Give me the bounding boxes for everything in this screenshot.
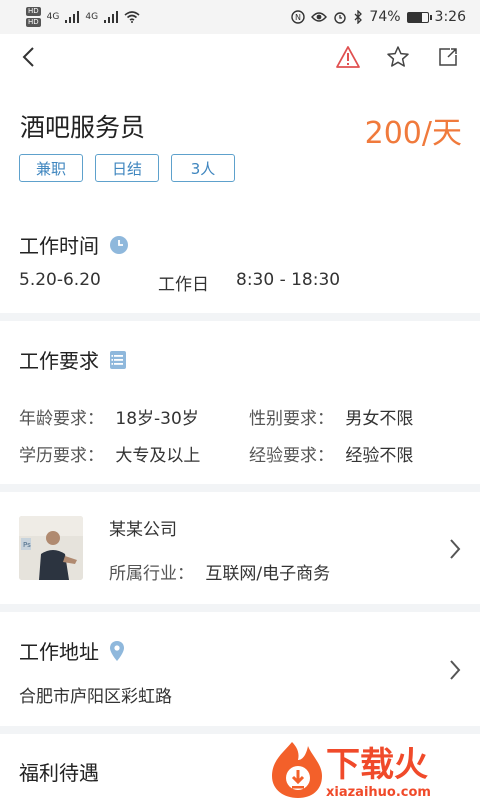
- nav-actions: [334, 43, 462, 71]
- requirements-title: 工作要求: [19, 349, 99, 373]
- share-icon: [439, 48, 457, 66]
- salary: 200/天: [364, 116, 462, 151]
- job-tags: 兼职 日结 3人: [19, 154, 235, 182]
- battery-fill: [407, 12, 423, 22]
- hd-badges: HD HD: [26, 7, 41, 27]
- tag-part-time: 兼职: [19, 154, 83, 182]
- status-left: HD HD 4G 4G: [26, 7, 140, 27]
- company-industry: 所属行业： 互联网/电子商务: [109, 559, 330, 584]
- gender-requirement: 性别要求： 男女不限: [249, 404, 413, 429]
- address-heading: 工作地址: [19, 636, 125, 665]
- warning-icon: [336, 46, 360, 68]
- svg-text:Ps: Ps: [23, 541, 31, 549]
- tag-headcount: 3人: [171, 154, 235, 182]
- wifi-icon: [124, 11, 140, 23]
- industry-value: 互联网/电子商务: [205, 564, 331, 584]
- hd-badge: HD: [26, 7, 41, 16]
- requirement-value: 经验不限: [345, 446, 414, 466]
- requirement-value: 男女不限: [345, 409, 414, 429]
- company-avatar: Ps: [19, 516, 83, 580]
- section-divider: [0, 313, 480, 321]
- watermark-logo: 下载火 xiazaihuo.com: [272, 742, 431, 800]
- benefits-heading: 福利待遇: [19, 757, 99, 786]
- battery-percent: 74%: [369, 9, 401, 25]
- clock-icon: [110, 235, 128, 254]
- address-title: 工作地址: [19, 640, 99, 664]
- work-hours: 8:30 - 18:30: [236, 270, 341, 290]
- requirements-heading: 工作要求: [19, 345, 127, 374]
- requirement-label: 学历要求：: [19, 446, 104, 466]
- job-title: 酒吧服务员: [20, 113, 146, 142]
- network-label: 4G: [46, 12, 60, 22]
- document-icon: [110, 350, 126, 369]
- work-date-range: 5.20-6.20: [19, 270, 101, 290]
- status-time: 3:26: [434, 9, 466, 25]
- section-divider: [0, 484, 480, 492]
- requirement-value: 大专及以上: [115, 446, 201, 466]
- company-name: 某某公司: [109, 520, 177, 540]
- watermark-brand: 下载火: [326, 745, 428, 785]
- section-divider: [0, 726, 480, 734]
- share-button[interactable]: [434, 43, 462, 71]
- nav-bar: [0, 34, 480, 80]
- signal-icon: [65, 11, 80, 23]
- report-button[interactable]: [334, 43, 362, 71]
- svg-text:N: N: [295, 13, 301, 22]
- work-time-heading: 工作时间: [19, 230, 129, 259]
- star-icon: [387, 46, 409, 67]
- requirement-value: 18岁-30岁: [115, 409, 199, 429]
- bluetooth-icon: [354, 10, 363, 24]
- industry-label: 所属行业：: [109, 564, 194, 584]
- location-pin-icon: [110, 640, 124, 661]
- watermark-url: xiazaihuo.com: [326, 785, 431, 800]
- address-value: 合肥市庐阳区彩虹路: [19, 687, 172, 707]
- network-label: 4G: [85, 12, 99, 22]
- work-days: 工作日: [158, 275, 209, 295]
- education-requirement: 学历要求： 大专及以上: [19, 441, 200, 466]
- chevron-right-icon: [450, 539, 461, 559]
- work-time-title: 工作时间: [19, 234, 99, 258]
- favorite-button[interactable]: [384, 43, 412, 71]
- alarm-icon: [334, 12, 347, 24]
- eye-icon: [311, 12, 328, 22]
- hd-badge: HD: [26, 18, 41, 27]
- status-bar: HD HD 4G 4G N 74% 3:26: [0, 0, 480, 34]
- signal-icon: [104, 11, 119, 23]
- nfc-icon: N: [291, 10, 306, 24]
- spacer: [0, 200, 480, 206]
- status-right: N 74% 3:26: [291, 9, 466, 25]
- chevron-right-icon: [450, 660, 461, 680]
- age-requirement: 年龄要求： 18岁-30岁: [19, 404, 199, 429]
- tag-daily-pay: 日结: [95, 154, 159, 182]
- section-divider: [0, 604, 480, 612]
- requirement-label: 性别要求：: [249, 409, 334, 429]
- battery-icon: [406, 11, 432, 23]
- back-arrow-icon: [22, 47, 34, 67]
- requirement-label: 经验要求：: [249, 446, 334, 466]
- company-photo-image: Ps: [19, 516, 83, 580]
- address-card[interactable]: [0, 612, 480, 726]
- benefits-title: 福利待遇: [19, 761, 99, 785]
- back-button[interactable]: [14, 43, 42, 71]
- experience-requirement: 经验要求： 经验不限: [249, 441, 413, 466]
- requirement-label: 年龄要求：: [19, 409, 104, 429]
